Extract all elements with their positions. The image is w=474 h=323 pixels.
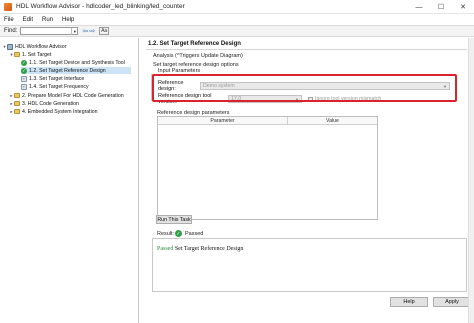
tree-item-label: 4. Embedded System Integration [22,108,98,115]
tree-item-label: 1. Set Target [22,51,52,58]
menu-bar: File Edit Run Help [0,14,474,25]
window-title: HDL Workflow Advisor - hdlcoder_led_blin… [16,3,185,10]
task-header: 1.2. Set Target Reference Design [148,41,241,47]
task-icon: ▪ [21,83,27,90]
column-parameter: Parameter [158,117,288,124]
tree-item-set-target[interactable]: ▾ 1. Set Target [9,51,51,58]
tree-item-label: 1.2. Set Target Reference Design [29,67,106,74]
tree-item-1-3[interactable]: ▪ 1.3. Set Target Interface [21,75,84,82]
match-case-button[interactable]: Aa [99,27,110,35]
tree-item-root[interactable]: ▾ HDL Workflow Advisor [2,43,66,50]
result-label: Result: [157,231,175,237]
check-icon: ✓ [175,230,182,237]
check-icon: ✓ [21,59,27,66]
find-bar: Find: ▼ ⇦ ⇨ Aa [0,25,474,37]
params-table[interactable]: Parameter Value [157,116,378,220]
folder-icon [14,109,20,114]
matlab-logo-icon [4,2,12,11]
menu-help[interactable]: Help [62,17,74,23]
find-next-icon[interactable]: ⇨ [89,27,95,35]
menu-file[interactable]: File [4,17,14,23]
menu-edit[interactable]: Edit [23,17,33,23]
column-value: Value [326,117,339,124]
task-icon: ▪ [21,75,27,82]
folder-icon [14,52,20,57]
find-input[interactable]: ▼ [20,27,79,35]
tree-item-label: 1.1. Set Target Device and Synthesis Too… [29,59,125,66]
tree-item-label: 3. HDL Code Generation [22,100,79,107]
task-tree: ▾ HDL Workflow Advisor ▾ 1. Set Target ✓… [0,38,139,323]
maximize-button[interactable]: ☐ [430,0,452,14]
tree-item-embedded-integration[interactable]: ▸ 4. Embedded System Integration [9,108,98,115]
window-controls: — ☐ ✕ [408,0,474,14]
tree-item-label: 2. Prepare Model For HDL Code Generation [22,92,124,99]
tree-item-label: 1.3. Set Target Interface [29,75,85,82]
output-message: Passed Set Target Reference Design [157,246,243,252]
tree-item-label: 1.4. Set Target Frequency [29,83,89,90]
tree-item-1-2[interactable]: ✓ 1.2. Set Target Reference Design [21,67,131,74]
tree-item-prepare-model[interactable]: ▸ 2. Prepare Model For HDL Code Generati… [9,92,124,99]
task-panel: 1.2. Set Target Reference Design Analysi… [141,38,474,323]
close-button[interactable]: ✕ [452,0,474,14]
output-text: Set Target Reference Design [173,246,244,252]
highlight-annotation [152,74,457,102]
find-label: Find: [4,28,18,34]
minimize-button[interactable]: — [408,0,430,14]
find-previous-icon[interactable]: ⇦ [82,27,88,35]
run-task-button[interactable]: Run This Task [156,215,192,224]
analysis-label: Analysis (^Triggers Update Diagram) [153,53,243,59]
output-panel: Passed Set Target Reference Design [152,238,467,292]
help-button[interactable]: Help [390,297,428,307]
folder-icon [14,93,20,98]
tree-item-code-generation[interactable]: ▸ 3. HDL Code Generation [9,100,79,107]
apply-button[interactable]: Apply [433,297,471,307]
title-bar: HDL Workflow Advisor - hdlcoder_led_blin… [0,0,474,14]
tree-item-label: HDL Workflow Advisor [15,43,67,50]
folder-icon [14,101,20,106]
chevron-down-icon[interactable]: ▼ [71,27,77,35]
tree-item-1-1[interactable]: ✓ 1.1. Set Target Device and Synthesis T… [21,59,125,66]
menu-run[interactable]: Run [42,17,53,23]
result-status: Passed [185,231,204,237]
params-table-header: Parameter Value [158,117,377,125]
vertical-scrollbar[interactable] [468,38,474,323]
check-icon: ✓ [21,67,27,74]
divider [146,49,467,50]
tree-item-1-4[interactable]: ▪ 1.4. Set Target Frequency [21,83,89,90]
output-passed: Passed [157,246,174,252]
advisor-icon [7,43,13,50]
